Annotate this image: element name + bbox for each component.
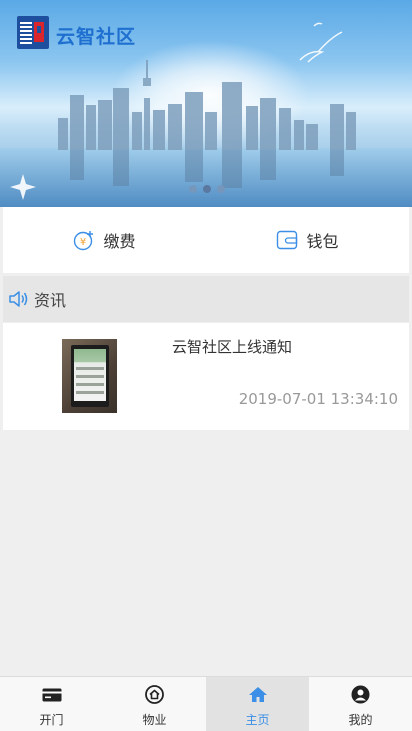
banner-carousel[interactable]: 云智社区 <box>0 0 412 207</box>
tab-mine-label: 我的 <box>348 713 373 727</box>
property-home-icon <box>145 685 164 704</box>
pager-dot-active[interactable] <box>203 185 211 193</box>
svg-text:¥: ¥ <box>80 237 86 248</box>
speaker-icon <box>9 291 28 307</box>
wallet-icon <box>277 230 298 250</box>
wallet-label: 钱包 <box>306 232 339 251</box>
news-thumbnail <box>62 339 117 413</box>
tab-property[interactable]: 物业 <box>103 677 206 731</box>
payment-label: 缴费 <box>103 232 136 251</box>
tab-property-label: 物业 <box>142 713 167 727</box>
quick-actions: ¥ 缴费 钱包 <box>3 207 409 273</box>
tab-open-door-label: 开门 <box>39 713 64 727</box>
news-section-title: 资讯 <box>34 291 67 310</box>
news-list-item[interactable]: 云智社区上线通知 2019-07-01 13:34:10 <box>3 323 409 430</box>
payment-button[interactable]: ¥ 缴费 <box>3 207 206 273</box>
tab-home-label: 主页 <box>245 713 270 727</box>
app-logo <box>17 16 49 49</box>
news-section-header: 资讯 <box>3 276 409 322</box>
app-title: 云智社区 <box>56 26 137 48</box>
pager-dot[interactable] <box>217 185 225 193</box>
door-card-icon <box>42 688 61 701</box>
banner-pager <box>189 185 225 193</box>
news-title: 云智社区上线通知 <box>172 338 293 356</box>
tab-open-door[interactable]: 开门 <box>0 677 103 731</box>
home-icon <box>248 687 267 702</box>
bottom-tab-bar: 开门 物业 主页 我的 <box>0 676 412 731</box>
payment-icon: ¥ <box>74 231 94 251</box>
pager-dot[interactable] <box>189 185 197 193</box>
news-timestamp: 2019-07-01 13:34:10 <box>238 390 398 408</box>
user-icon <box>351 685 370 704</box>
wallet-button[interactable]: 钱包 <box>206 207 409 273</box>
tab-mine[interactable]: 我的 <box>309 677 412 731</box>
tab-home[interactable]: 主页 <box>206 677 309 731</box>
